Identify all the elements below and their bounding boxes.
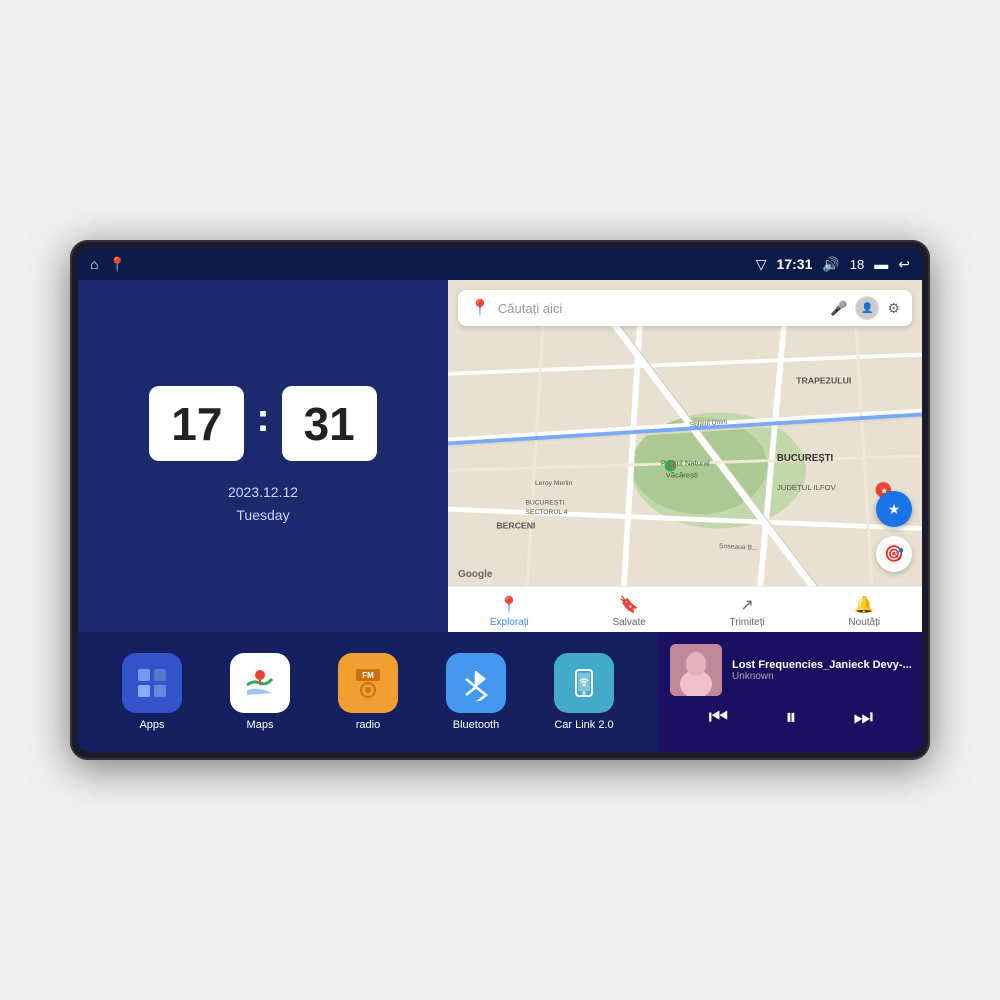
music-next-button[interactable]: ⏭ <box>853 704 873 730</box>
home-icon[interactable]: ⌂ <box>90 256 98 272</box>
music-controls: ⏮ ⏸ ⏭ <box>670 704 912 730</box>
app-icon-carlink[interactable]: Car Link 2.0 <box>554 653 614 731</box>
clock-hour: 17 <box>149 386 244 461</box>
bottom-row: Apps <box>78 632 922 752</box>
top-row: 17 : 31 2023.12.12 Tuesday <box>78 280 922 632</box>
carlink-label: Car Link 2.0 <box>554 719 613 731</box>
date-text: 2023.12.12 <box>228 481 298 503</box>
clock-colon: : <box>256 396 269 441</box>
main-content: 17 : 31 2023.12.12 Tuesday <box>78 280 922 752</box>
radio-label: radio <box>356 719 380 731</box>
send-label: Trimiteți <box>730 617 765 628</box>
map-location-button[interactable]: 🎯 <box>876 536 912 572</box>
app-icon-radio[interactable]: FM radio <box>338 653 398 731</box>
maps-label: Maps <box>247 719 274 731</box>
svg-text:Văcărești: Văcărești <box>666 470 698 479</box>
volume-icon: 🔊 <box>822 256 839 273</box>
map-settings-icon[interactable]: ⚙ <box>887 300 900 317</box>
device-screen: ⌂ 📍 ▽ 17:31 🔊 18 ▬ ↩ 17 : 31 <box>78 248 922 752</box>
apps-panel: Apps <box>78 632 658 752</box>
maps-icon[interactable]: 📍 <box>108 256 125 273</box>
map-search-bar[interactable]: 📍 Căutați aici 🎤 👤 ⚙ <box>458 290 912 326</box>
music-text: Lost Frequencies_Janieck Devy-... Unknow… <box>732 659 912 682</box>
svg-text:Leroy Merlin: Leroy Merlin <box>535 480 572 487</box>
map-star-button[interactable]: ★ <box>876 491 912 527</box>
date-display: 2023.12.12 Tuesday <box>228 481 298 526</box>
map-nav-saved[interactable]: 🔖 Salvate <box>612 595 645 628</box>
app-icon-apps[interactable]: Apps <box>122 653 182 731</box>
status-bar: ⌂ 📍 ▽ 17:31 🔊 18 ▬ ↩ <box>78 248 922 280</box>
status-right-icons: ▽ 17:31 🔊 18 ▬ ↩ <box>756 256 910 273</box>
music-play-button[interactable]: ⏸ <box>785 704 796 730</box>
volume-level: 18 <box>850 257 864 272</box>
music-title: Lost Frequencies_Janieck Devy-... <box>732 659 912 671</box>
app-icon-maps[interactable]: Maps <box>230 653 290 731</box>
music-info-row: Lost Frequencies_Janieck Devy-... Unknow… <box>670 644 912 696</box>
radio-icon-bg: FM <box>338 653 398 713</box>
battery-icon: ▬ <box>874 256 888 272</box>
map-avatar[interactable]: 👤 <box>855 296 879 320</box>
day-text: Tuesday <box>228 504 298 526</box>
map-pin-icon: 📍 <box>470 298 490 318</box>
saved-icon: 🔖 <box>619 595 639 615</box>
device-frame: ⌂ 📍 ▽ 17:31 🔊 18 ▬ ↩ 17 : 31 <box>70 240 930 760</box>
map-panel[interactable]: TRAPEZULUI BUCUREȘTI JUDEȚUL ILFOV BERCE… <box>448 280 922 632</box>
status-time: 17:31 <box>777 256 813 272</box>
status-left-icons: ⌂ 📍 <box>90 256 126 273</box>
saved-label: Salvate <box>612 617 645 628</box>
music-panel: Lost Frequencies_Janieck Devy-... Unknow… <box>658 632 922 752</box>
svg-text:📍: 📍 <box>668 462 678 472</box>
music-prev-button[interactable]: ⏮ <box>709 704 729 730</box>
music-thumb-image <box>670 644 722 696</box>
left-panel: 17 : 31 2023.12.12 Tuesday <box>78 280 448 632</box>
explore-icon: 📍 <box>499 595 519 615</box>
map-nav-send[interactable]: ↗ Trimiteți <box>730 595 765 628</box>
back-icon[interactable]: ↩ <box>898 256 910 273</box>
maps-icon-bg <box>230 653 290 713</box>
send-icon: ↗ <box>740 595 753 615</box>
map-search-text[interactable]: Căutați aici <box>498 301 822 316</box>
music-artist: Unknown <box>732 671 912 682</box>
map-nav-explore[interactable]: 📍 Explorați <box>490 595 529 628</box>
map-nav-news[interactable]: 🔔 Noutăți <box>848 595 880 628</box>
map-background: TRAPEZULUI BUCUREȘTI JUDEȚUL ILFOV BERCE… <box>448 280 922 632</box>
bluetooth-icon-bg <box>446 653 506 713</box>
signal-icon: ▽ <box>756 256 767 273</box>
news-label: Noutăți <box>848 617 880 628</box>
music-thumbnail <box>670 644 722 696</box>
clock-minute: 31 <box>282 386 377 461</box>
apps-icon-bg <box>122 653 182 713</box>
news-icon: 🔔 <box>854 595 874 615</box>
svg-text:BUCUREȘTI: BUCUREȘTI <box>525 499 564 506</box>
map-mic-icon[interactable]: 🎤 <box>830 300 847 317</box>
svg-text:SECTORUL 4: SECTORUL 4 <box>525 509 567 516</box>
apps-label: Apps <box>139 719 164 731</box>
bluetooth-label: Bluetooth <box>453 719 499 731</box>
app-icon-bluetooth[interactable]: Bluetooth <box>446 653 506 731</box>
svg-text:BUCUREȘTI: BUCUREȘTI <box>777 453 834 464</box>
clock-display: 17 : 31 <box>149 386 376 461</box>
svg-text:TRAPEZULUI: TRAPEZULUI <box>796 375 851 385</box>
svg-text:BERCENI: BERCENI <box>496 521 535 531</box>
google-logo: Google <box>458 569 492 580</box>
svg-text:FM: FM <box>362 671 374 680</box>
explore-label: Explorați <box>490 617 529 628</box>
carlink-icon-bg <box>554 653 614 713</box>
map-bottom-bar: 📍 Explorați 🔖 Salvate ↗ Trimiteți 🔔 <box>448 586 922 632</box>
svg-text:JUDEȚUL ILFOV: JUDEȚUL ILFOV <box>777 483 837 492</box>
